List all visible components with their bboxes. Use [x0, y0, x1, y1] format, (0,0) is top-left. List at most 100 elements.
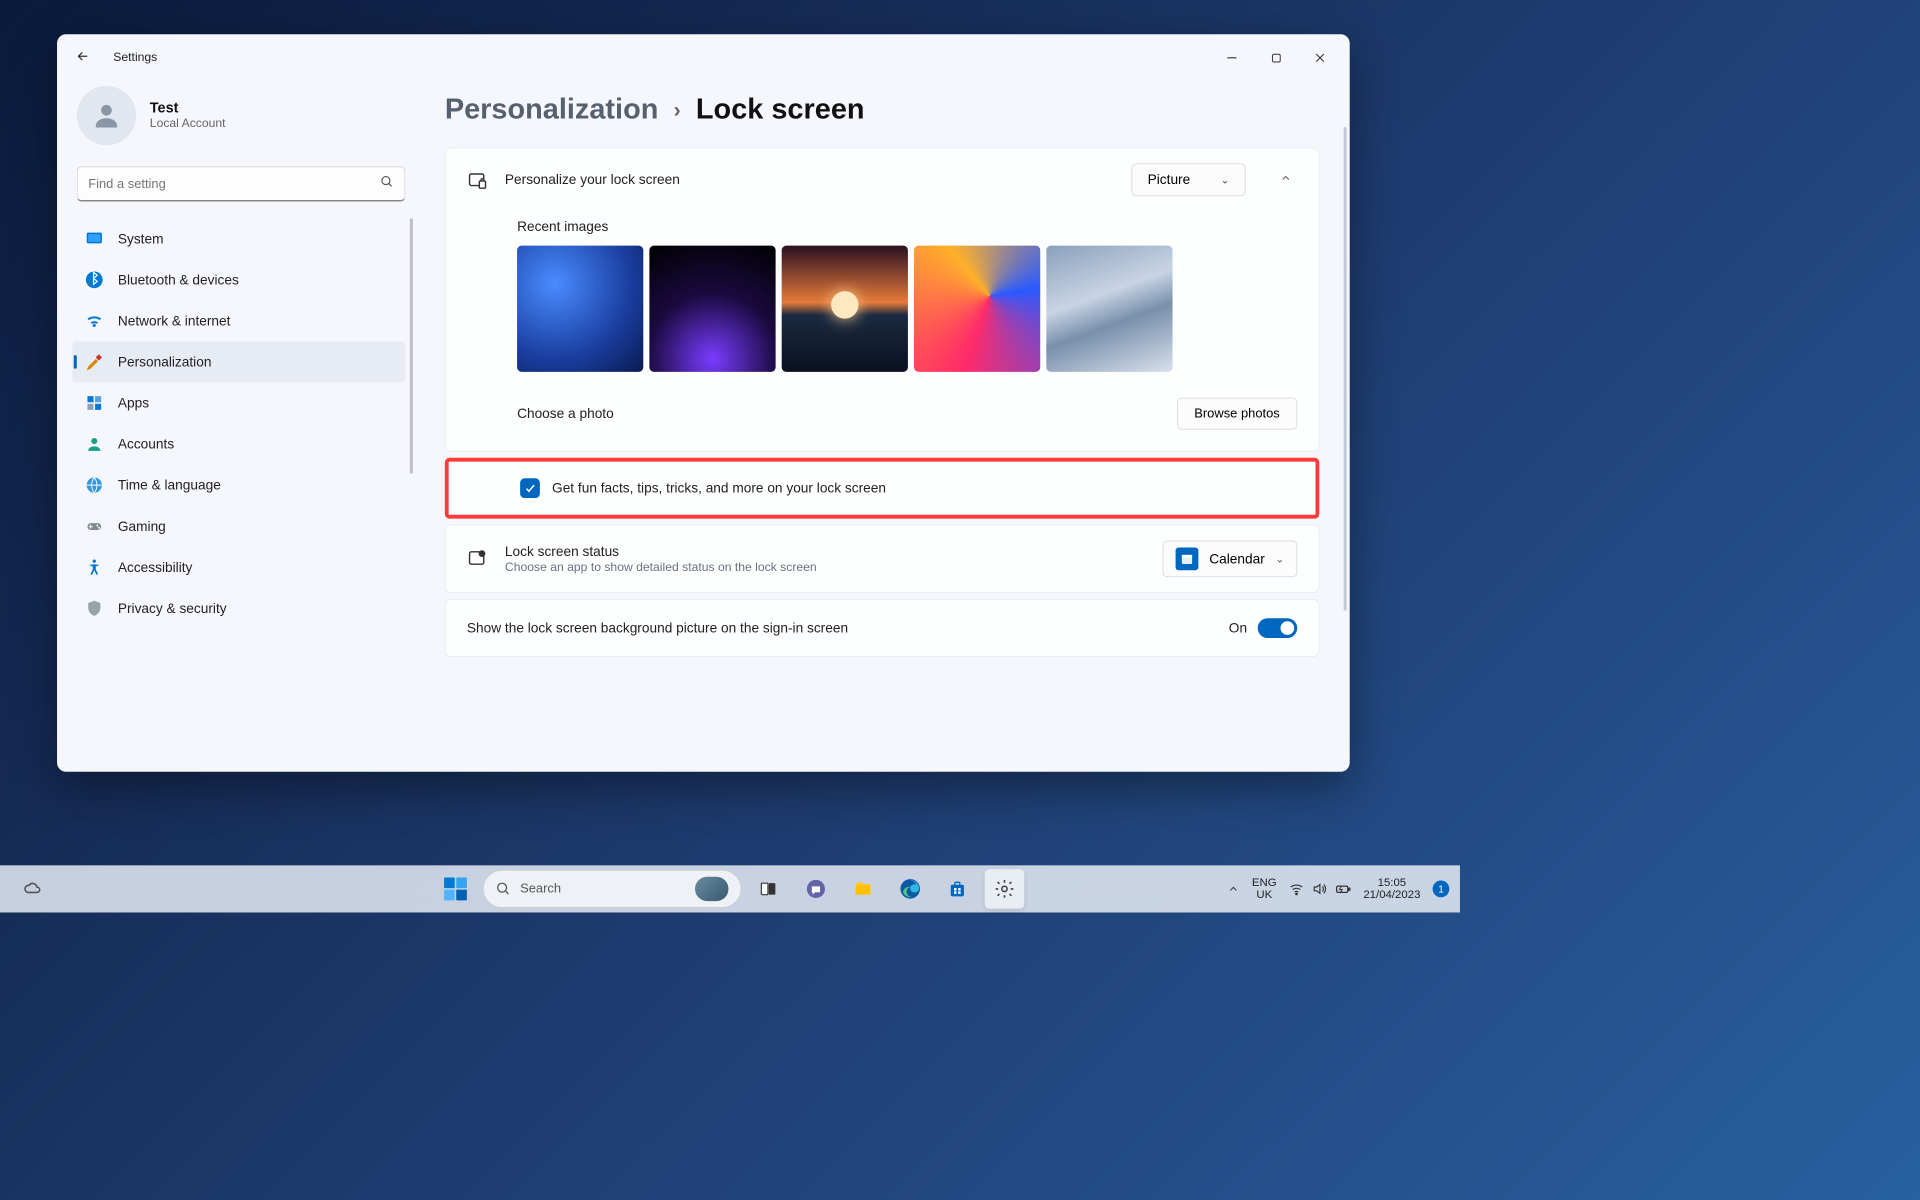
back-button[interactable]: [75, 48, 102, 67]
taskbar-search[interactable]: Search: [483, 870, 742, 908]
gamepad-icon: [84, 516, 104, 536]
search-highlight-icon: [695, 877, 728, 901]
file-explorer-button[interactable]: [843, 869, 883, 909]
lockscreen-icon: [467, 169, 488, 190]
bluetooth-icon: [84, 270, 104, 290]
sidebar-item-label: Bluetooth & devices: [118, 272, 239, 288]
system-tray[interactable]: [1289, 881, 1351, 898]
notification-badge[interactable]: 1: [1433, 881, 1450, 898]
signin-label: Show the lock screen background picture …: [467, 620, 1229, 636]
recent-images-row: [517, 246, 1297, 372]
collapse-button[interactable]: [1274, 172, 1297, 188]
window-controls: [1210, 43, 1342, 73]
chevron-down-icon: ⌄: [1221, 173, 1230, 186]
status-app-select[interactable]: Calendar ⌄: [1163, 541, 1297, 577]
signin-card: Show the lock screen background picture …: [445, 599, 1319, 657]
content-area: Personalization › Lock screen Personaliz…: [422, 81, 1350, 771]
sidebar-item-time-language[interactable]: Time & language: [72, 465, 405, 506]
window-title: Settings: [113, 51, 157, 65]
apps-icon: [84, 393, 104, 413]
profile-name: Test: [150, 100, 226, 117]
start-button[interactable]: [436, 869, 476, 909]
settings-taskbar-button[interactable]: [985, 869, 1025, 909]
shield-icon: [84, 598, 104, 618]
recent-image-thumb[interactable]: [782, 246, 908, 372]
recent-images-label: Recent images: [517, 219, 1297, 235]
taskbar: Search ENGUK 15:0: [0, 865, 1460, 912]
wifi-icon: [1289, 881, 1304, 896]
sidebar-item-personalization[interactable]: Personalization: [72, 341, 405, 382]
access-icon: [84, 557, 104, 577]
status-subtitle: Choose an app to show detailed status on…: [505, 561, 1146, 575]
sidebar-item-bluetooth-devices[interactable]: Bluetooth & devices: [72, 259, 405, 300]
system-icon: [84, 229, 104, 249]
brush-icon: [84, 352, 104, 372]
minimize-button[interactable]: [1210, 43, 1254, 73]
settings-window: Settings Test Local Account: [57, 34, 1350, 772]
sidebar-item-apps[interactable]: Apps: [72, 382, 405, 423]
battery-icon: [1334, 881, 1351, 898]
sidebar-scrollbar[interactable]: [408, 218, 413, 583]
sidebar-item-label: Personalization: [118, 354, 212, 370]
sidebar-item-network-internet[interactable]: Network & internet: [72, 300, 405, 341]
breadcrumb-current: Lock screen: [696, 94, 865, 127]
funfacts-checkbox[interactable]: [520, 478, 540, 498]
status-card: Lock screen status Choose an app to show…: [445, 525, 1319, 593]
chevron-down-icon: ⌄: [1275, 552, 1284, 565]
signin-toggle[interactable]: [1258, 618, 1298, 638]
funfacts-row[interactable]: Get fun facts, tips, tricks, and more on…: [445, 458, 1319, 519]
person-icon: [84, 434, 104, 454]
volume-icon: [1312, 881, 1327, 896]
edge-button[interactable]: [890, 869, 930, 909]
sidebar-item-label: Network & internet: [118, 313, 231, 329]
breadcrumb: Personalization › Lock screen: [445, 89, 1319, 148]
profile-block[interactable]: Test Local Account: [72, 81, 413, 162]
weather-widget-button[interactable]: [14, 869, 54, 909]
sidebar-item-label: Time & language: [118, 477, 221, 493]
clock[interactable]: 15:0521/04/2023: [1363, 876, 1420, 901]
toggle-state: On: [1229, 620, 1247, 636]
recent-image-thumb[interactable]: [1046, 246, 1172, 372]
sidebar-item-system[interactable]: System: [72, 218, 405, 259]
choose-photo-label: Choose a photo: [517, 406, 614, 422]
search-icon: [380, 175, 394, 192]
profile-subtitle: Local Account: [150, 117, 226, 131]
browse-photos-button[interactable]: Browse photos: [1177, 398, 1297, 430]
sidebar-item-label: Gaming: [118, 518, 166, 534]
store-button[interactable]: [938, 869, 978, 909]
close-button[interactable]: [1298, 43, 1342, 73]
search-input[interactable]: [88, 176, 380, 191]
personalize-select[interactable]: Picture ⌄: [1132, 163, 1246, 196]
personalize-card: Personalize your lock screen Picture ⌄ R…: [445, 148, 1319, 452]
wifi-icon: [84, 311, 104, 331]
maximize-button[interactable]: [1254, 43, 1298, 73]
breadcrumb-parent[interactable]: Personalization: [445, 94, 659, 127]
status-title: Lock screen status: [505, 543, 1146, 559]
sidebar-item-label: Privacy & security: [118, 600, 227, 616]
recent-image-thumb[interactable]: [517, 246, 643, 372]
sidebar-item-label: Accounts: [118, 436, 174, 452]
language-indicator[interactable]: ENGUK: [1252, 876, 1277, 901]
sidebar-item-accessibility[interactable]: Accessibility: [72, 547, 405, 588]
funfacts-label: Get fun facts, tips, tricks, and more on…: [552, 480, 886, 496]
globe-icon: [84, 475, 104, 495]
sidebar: Test Local Account System Bluetooth & dev…: [57, 81, 422, 771]
recent-image-thumb[interactable]: [649, 246, 775, 372]
sidebar-item-gaming[interactable]: Gaming: [72, 506, 405, 547]
task-view-button[interactable]: [749, 869, 789, 909]
sidebar-item-accounts[interactable]: Accounts: [72, 424, 405, 465]
recent-image-thumb[interactable]: [914, 246, 1040, 372]
content-scrollbar[interactable]: [1344, 127, 1347, 610]
calendar-icon: [1176, 547, 1199, 570]
titlebar: Settings: [57, 34, 1350, 81]
chevron-right-icon: ›: [674, 98, 681, 122]
sidebar-item-privacy-security[interactable]: Privacy & security: [72, 588, 405, 629]
avatar-icon: [77, 86, 136, 145]
personalize-label: Personalize your lock screen: [505, 172, 1115, 188]
status-icon: [467, 548, 488, 569]
tray-expand-icon[interactable]: [1228, 883, 1240, 895]
chat-button[interactable]: [796, 869, 836, 909]
sidebar-item-label: Accessibility: [118, 559, 193, 575]
nav-list: System Bluetooth & devices Network & inter…: [72, 218, 413, 629]
search-box[interactable]: [77, 167, 405, 202]
